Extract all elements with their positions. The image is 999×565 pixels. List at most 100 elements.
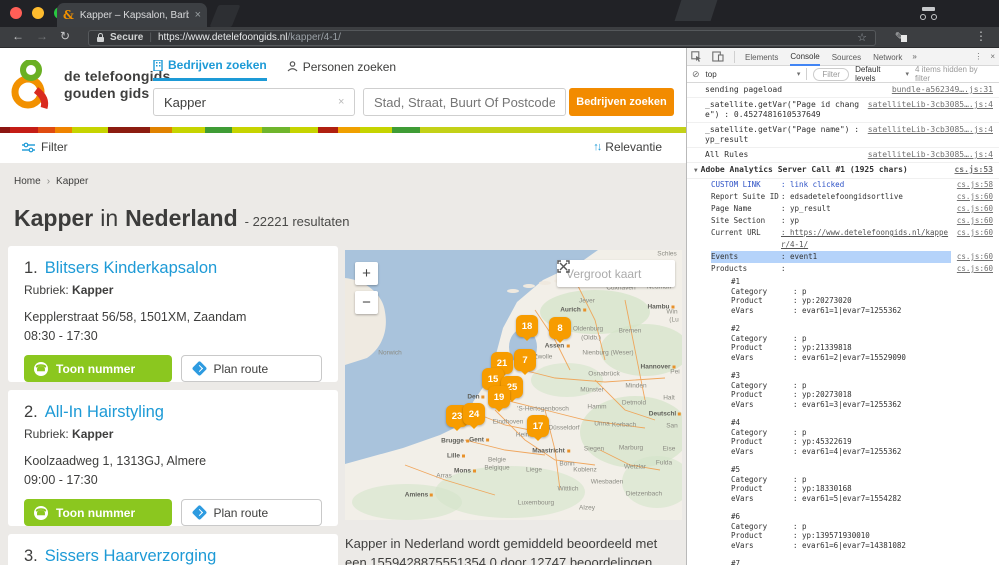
search-submit-button[interactable]: Bedrijven zoeken (569, 88, 674, 116)
sort-icon: ↑↓ (593, 141, 600, 153)
expander-triangle-icon[interactable]: ▼ (694, 166, 698, 176)
map-city-label: Wetzlar (624, 464, 646, 471)
source-link[interactable]: cs.js:60 (957, 263, 993, 275)
devtools-tab-sources[interactable]: Sources (832, 49, 861, 65)
map-city-label: Liege (526, 467, 542, 474)
address-bar[interactable]: Secure | https://www.detelefoongids.nl/k… (88, 30, 876, 46)
show-number-button[interactable]: ☎Toon nummer (24, 499, 172, 526)
call-detail-row: Current URL: https://www.detelefoongids.… (687, 227, 999, 251)
source-link[interactable]: cs.js:53 (954, 165, 993, 175)
devtools-tab-console[interactable]: Console (790, 48, 819, 66)
detail-value[interactable]: : https://www.detelefoongids.nl/kapper/4… (781, 227, 951, 251)
device-toolbar-icon[interactable] (712, 51, 724, 62)
log-levels-selector[interactable]: Default levels ▾ (855, 65, 909, 83)
browser-tab[interactable]: & Kapper – Kapsalon, Barbersho × (57, 3, 207, 27)
close-window-button[interactable] (10, 7, 22, 19)
listing-name-link[interactable]: Sissers Haarverzorging (45, 547, 216, 565)
plan-route-button[interactable]: Plan route (181, 499, 322, 526)
source-link[interactable]: bundle-a562349….js:31 (892, 85, 993, 95)
search-where-input[interactable] (363, 88, 566, 116)
enlarge-map-button[interactable]: Vergroot kaart (557, 260, 675, 287)
window-shape (675, 0, 718, 21)
forward-icon: → (36, 29, 48, 43)
browser-toolbar: ← → ↻ Secure | https://www.detelefoongid… (0, 27, 999, 48)
devtools-menu-icon[interactable]: ⋮ (974, 52, 982, 61)
sort-button[interactable]: ↑↓ Relevantie (593, 140, 662, 154)
map-city-label: Lille (447, 453, 465, 460)
product-field: eVars: evar61=4|evar7=1255362 (687, 447, 999, 457)
source-link[interactable]: cs.js:60 (957, 215, 993, 227)
site-header: de telefoongids gouden gids Bedrijven zo… (0, 48, 686, 127)
minimize-window-button[interactable] (32, 7, 44, 19)
map-cluster-marker[interactable]: 8 (549, 317, 571, 339)
map-city-label: Siegen (584, 446, 604, 453)
new-tab-button[interactable] (210, 5, 241, 27)
product-field-value: : yp:20273018 (793, 390, 852, 400)
map-zoom-out-button[interactable]: − (355, 291, 378, 314)
map-cluster-marker[interactable]: 18 (516, 315, 538, 337)
source-link[interactable]: satelliteLib-3cb3085….js:4 (868, 100, 993, 110)
clear-search-icon[interactable]: × (338, 96, 344, 108)
person-icon (287, 61, 298, 72)
context-selector[interactable]: top ▾ (706, 70, 801, 79)
listing-name-link[interactable]: Blitsers Kinderkapsalon (45, 259, 217, 278)
extension-pen-icon[interactable]: ✎ (895, 30, 907, 43)
filter-button[interactable]: Filter (22, 140, 68, 154)
map-city-label: Wiesbaden (591, 479, 624, 486)
map-zoom-in-button[interactable]: + (355, 262, 378, 285)
map-city-label: Alzey (579, 505, 595, 512)
show-number-button[interactable]: ☎Toon nummer (24, 355, 172, 382)
source-link[interactable]: cs.js:58 (957, 179, 993, 191)
source-link[interactable]: satelliteLib-3cb3085….js:4 (868, 125, 993, 135)
back-icon[interactable]: ← (12, 29, 24, 43)
call-detail-row: Report Suite ID: edsadetelefoongidsortli… (687, 191, 999, 203)
site-logo[interactable]: de telefoongids gouden gids (10, 60, 170, 110)
detail-name: Report Suite ID (711, 191, 781, 203)
clear-console-icon[interactable]: ⊘ (692, 69, 700, 80)
source-link[interactable]: satelliteLib-3cb3085….js:4 (868, 150, 993, 160)
map[interactable]: SchlesNorwichAurichJeverOldenburg(Oldb.)… (345, 250, 682, 520)
map-city-label: Fulda (656, 460, 672, 467)
map-city-label: Norwich (378, 350, 401, 357)
map-cluster-marker[interactable]: 7 (514, 349, 536, 371)
console-filter-input[interactable]: Filter (813, 68, 849, 81)
screen: & Kapper – Kapsalon, Barbersho × ← → ↻ S… (0, 0, 999, 565)
listing-card: 3.Sissers Haarverzorging (8, 534, 338, 565)
tab-close-icon[interactable]: × (195, 9, 201, 21)
devtools-tab-elements[interactable]: Elements (745, 49, 778, 65)
map-cluster-marker[interactable]: 19 (488, 386, 510, 408)
map-city-label: Minden (625, 383, 646, 390)
listing-buttons: ☎Toon nummer Plan route (24, 355, 322, 382)
chevron-down-icon: ▾ (905, 70, 909, 78)
more-tabs-icon[interactable]: » (912, 52, 916, 61)
secure-label: Secure (110, 32, 143, 43)
call-detail-row: Page Name: yp_resultcs.js:60 (687, 203, 999, 215)
product-field-label: eVars (731, 306, 793, 316)
map-city-label: Belgique (484, 465, 509, 472)
devtools-close-icon[interactable]: × (990, 52, 995, 61)
bookmark-star-icon[interactable]: ☆ (857, 31, 867, 44)
tab-personen-zoeken[interactable]: Personen zoeken (287, 58, 396, 81)
plan-route-button[interactable]: Plan route (181, 355, 322, 382)
devtools-tab-network[interactable]: Network (873, 49, 902, 65)
inspect-element-icon[interactable] (691, 51, 702, 62)
map-cluster-marker[interactable]: 17 (527, 415, 549, 437)
listing-name-link[interactable]: All-In Hairstyling (45, 403, 164, 422)
reload-icon[interactable]: ↻ (60, 29, 70, 43)
source-link[interactable]: cs.js:60 (957, 227, 993, 239)
map-city-label: Brugge (441, 438, 469, 445)
map-cluster-marker[interactable]: 24 (463, 403, 485, 425)
breadcrumb-home[interactable]: Home (14, 176, 41, 187)
source-link[interactable]: cs.js:60 (957, 251, 993, 263)
map-city-label: Hamm (587, 404, 606, 411)
browser-menu-icon[interactable]: ⋮ (975, 29, 987, 43)
product-field-label: eVars (731, 353, 793, 363)
map-city-label: San (666, 423, 678, 430)
source-link[interactable]: cs.js:60 (957, 191, 993, 203)
source-link[interactable]: cs.js:60 (957, 203, 993, 215)
product-field-label: eVars (731, 447, 793, 457)
map-city-label: Maastricht (532, 448, 570, 455)
tab-bedrijven-zoeken[interactable]: Bedrijven zoeken (153, 58, 267, 81)
console-message: _satellite.getVar("Page name") : yp_resu… (687, 123, 999, 148)
search-what-input[interactable] (153, 88, 355, 116)
